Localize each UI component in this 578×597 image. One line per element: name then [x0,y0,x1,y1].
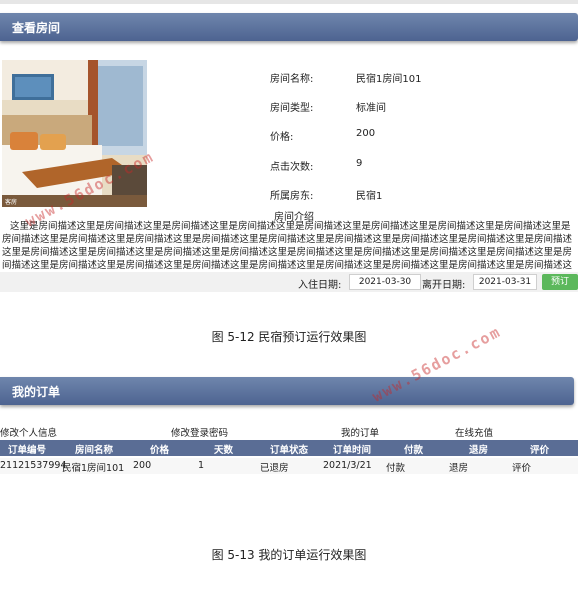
menu-change-password[interactable]: 修改登录密码 [171,425,228,439]
my-orders-header: 我的订单 [0,377,574,405]
landlord-value: 民宿1 [356,191,383,202]
col-room-name: 房间名称 [75,445,114,456]
menu-edit-profile[interactable]: 修改个人信息 [0,425,57,439]
pay-link[interactable]: 付款 [386,460,405,474]
review-link[interactable]: 评价 [512,460,531,474]
room-photo: 客房 [2,60,147,207]
cell-order-id: 21121537994 [0,460,67,471]
checkout-date-input[interactable]: 2021-03-31 [473,274,537,290]
col-review: 评价 [530,445,550,456]
col-price: 价格 [150,445,170,456]
click-count-label: 点击次数: [270,162,314,173]
cell-days: 1 [198,460,205,471]
room-name-value: 民宿1房间101 [356,74,422,85]
checkout-link[interactable]: 退房 [449,460,468,474]
landlord-label: 所属房东: [270,191,314,202]
col-order-time: 订单时间 [333,445,372,456]
cell-room-name: 民宿1房间101 [62,463,125,474]
document-page: 查看房间 客房 房间名称: 民宿1房间101 房间类型: 标准间 价格: 200… [0,0,578,597]
room-view-title: 查看房间 [12,21,61,35]
checkin-label: 入住日期: [298,280,342,291]
checkout-label: 离开日期: [422,280,466,291]
cell-order-status: 已退房 [260,463,289,474]
col-days: 天数 [214,445,234,456]
photo-caption: 客房 [5,198,17,206]
cell-price: 200 [133,460,152,471]
room-description-text: 这里是房间描述这里是房间描述这里是房间描述这里是房间描述这里是房间描述这里是房间… [2,221,573,271]
cell-order-time: 2021/3/21 [323,460,372,471]
price-label: 价格: [270,132,294,143]
room-view-header: 查看房间 [0,13,578,41]
room-type-value: 标准间 [356,103,386,114]
menu-my-orders[interactable]: 我的订单 [341,425,379,439]
room-type-label: 房间类型: [270,103,314,114]
price-value: 200 [356,128,376,139]
my-orders-title: 我的订单 [12,385,61,399]
col-payment: 付款 [404,445,424,456]
col-order-status: 订单状态 [270,445,309,456]
room-name-label: 房间名称: [270,74,314,85]
top-divider [0,0,578,4]
click-count-value: 9 [356,158,363,169]
col-checkout: 退房 [469,445,489,456]
book-button[interactable]: 预订 [542,274,578,290]
menu-recharge[interactable]: 在线充值 [455,425,493,439]
col-order-id: 订单编号 [8,445,47,456]
figure-caption-5-13: 图 5-13 我的订单运行效果图 [211,548,367,562]
checkin-date-input[interactable]: 2021-03-30 [349,274,421,290]
